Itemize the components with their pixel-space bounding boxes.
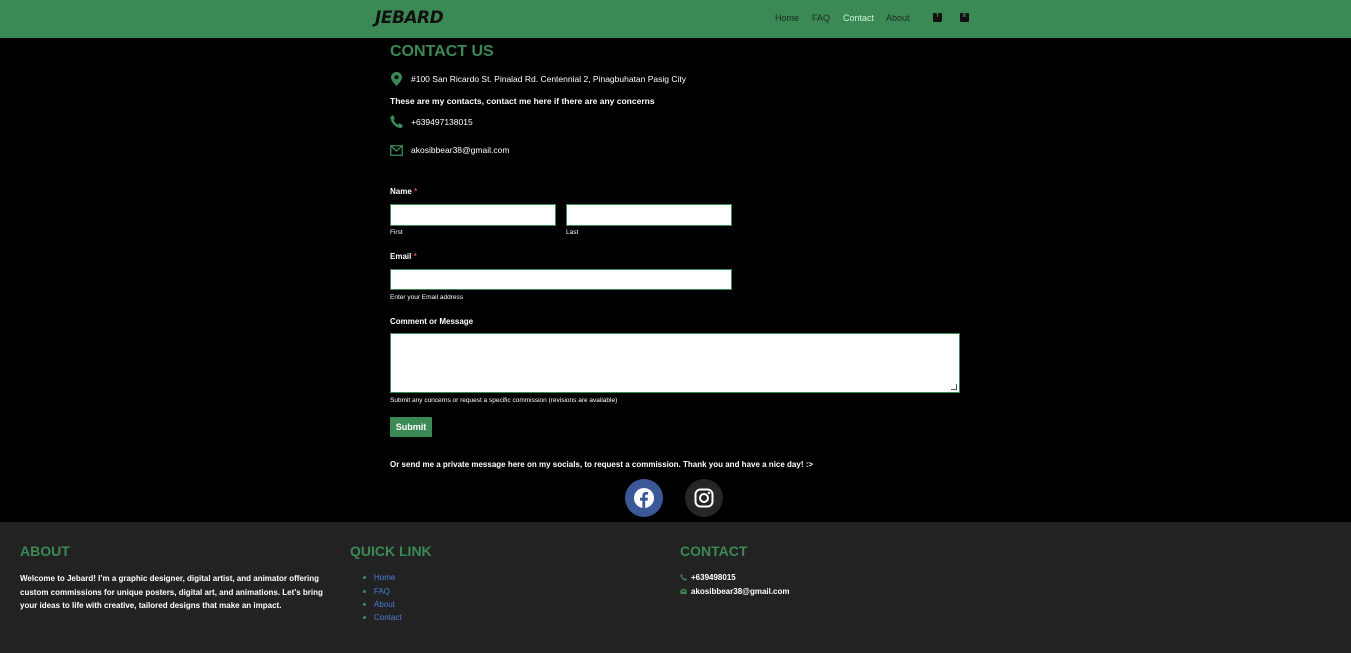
contacts-note: These are my contacts, contact me here i…	[390, 96, 655, 106]
phone-icon	[680, 574, 687, 581]
footer-email: akosibbear38@gmail.com	[691, 587, 790, 596]
contact-phone: +639497138015	[411, 117, 473, 127]
nav-faq[interactable]: FAQ	[812, 13, 830, 23]
footer-link-faq[interactable]: FAQ	[374, 587, 390, 596]
required-mark: *	[414, 187, 418, 196]
footer-link-home[interactable]: Home	[374, 573, 395, 582]
email-input[interactable]	[390, 269, 732, 290]
name-label: Name *	[390, 187, 418, 196]
bullet-icon	[363, 576, 366, 579]
top-navbar	[0, 0, 1351, 38]
last-name-sublabel: Last	[566, 229, 579, 236]
envelope-icon	[680, 588, 687, 595]
private-message-note: Or send me a private message here on my …	[390, 460, 814, 469]
bullet-icon	[363, 603, 366, 606]
message-label: Comment or Message	[390, 317, 474, 326]
facebook-icon	[634, 488, 654, 508]
message-help-text: Submit any concerns or request a specifi…	[390, 397, 618, 404]
footer-phone: +639498015	[691, 573, 736, 582]
nav-contact[interactable]: Contact	[843, 13, 874, 23]
email-label: Email *	[390, 252, 417, 261]
footer-link-about[interactable]: About	[374, 600, 395, 609]
bullet-icon	[363, 616, 366, 619]
required-mark: *	[413, 252, 417, 261]
contact-address: #100 San Ricardo St. Pinalad Rd. Centenn…	[411, 74, 687, 84]
bullet-icon	[363, 590, 366, 593]
instagram-icon	[694, 488, 714, 508]
footer-about-title: ABOUT	[20, 543, 70, 559]
last-name-input[interactable]	[566, 204, 732, 226]
first-name-sublabel: First	[390, 229, 403, 236]
phone-icon	[390, 115, 403, 129]
x-square-icon[interactable]: x	[960, 12, 969, 22]
first-name-input[interactable]	[390, 204, 556, 226]
submit-button[interactable]: Submit	[390, 417, 432, 437]
facebook-button[interactable]	[625, 479, 663, 517]
location-pin-icon	[391, 72, 402, 86]
instagram-button[interactable]	[685, 479, 723, 517]
footer-about-text: Welcome to Jebard! I’m a graphic designe…	[20, 574, 323, 610]
email-help-text: Enter your Email address	[390, 294, 463, 301]
resize-handle-icon[interactable]	[951, 384, 957, 390]
envelope-icon	[390, 145, 403, 156]
page-title: CONTACT US	[390, 43, 494, 60]
contact-email: akosibbear38@gmail.com	[411, 145, 510, 155]
footer-quick-link-title: QUICK LINK	[350, 543, 432, 559]
footer-contact-title: CONTACT	[680, 543, 748, 559]
message-textarea[interactable]	[390, 333, 960, 393]
nav-home[interactable]: Home	[775, 13, 799, 23]
site-logo[interactable]: JEBARD	[375, 8, 444, 28]
footer-link-contact[interactable]: Contact	[374, 613, 402, 622]
facebook-square-icon[interactable]: f	[933, 12, 942, 22]
nav-about[interactable]: About	[886, 13, 910, 23]
